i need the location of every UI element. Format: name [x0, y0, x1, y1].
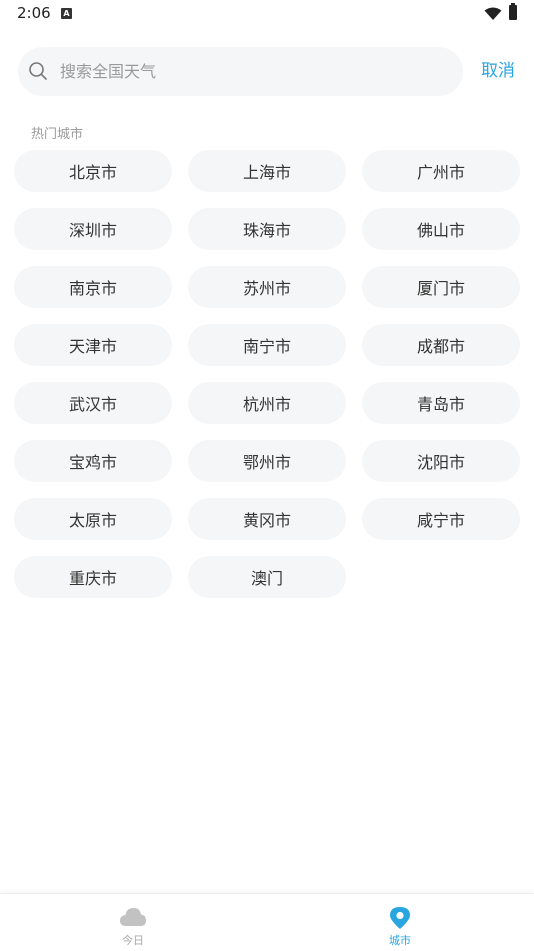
- cancel-button[interactable]: 取消: [481, 58, 515, 84]
- status-bar: 2:06 A: [0, 0, 534, 28]
- city-chip[interactable]: 重庆市: [14, 556, 172, 598]
- search-input[interactable]: [60, 47, 450, 96]
- notification-icon: A: [61, 8, 72, 19]
- city-chip[interactable]: 青岛市: [362, 382, 520, 424]
- city-chip[interactable]: 沈阳市: [362, 440, 520, 482]
- city-chip[interactable]: 苏州市: [188, 266, 346, 308]
- bottom-nav: 今日 城市: [0, 893, 534, 951]
- city-chip[interactable]: 鄂州市: [188, 440, 346, 482]
- city-chip[interactable]: 澳门: [188, 556, 346, 598]
- search-icon: [28, 61, 48, 85]
- hot-cities-grid: 北京市 上海市 广州市 深圳市 珠海市 佛山市 南京市 苏州市 厦门市 天津市 …: [14, 150, 521, 598]
- city-chip[interactable]: 南宁市: [188, 324, 346, 366]
- city-chip[interactable]: 南京市: [14, 266, 172, 308]
- search-box[interactable]: [18, 47, 463, 96]
- city-chip[interactable]: 上海市: [188, 150, 346, 192]
- cloud-icon: [119, 906, 147, 932]
- city-chip[interactable]: 太原市: [14, 498, 172, 540]
- nav-tab-today[interactable]: 今日: [83, 894, 183, 951]
- city-chip[interactable]: 北京市: [14, 150, 172, 192]
- status-time: 2:06: [17, 4, 51, 22]
- city-chip[interactable]: 杭州市: [188, 382, 346, 424]
- location-pin-icon: [389, 906, 411, 934]
- city-chip[interactable]: 咸宁市: [362, 498, 520, 540]
- wifi-icon: [484, 6, 502, 25]
- battery-icon: [509, 3, 517, 20]
- city-chip[interactable]: 天津市: [14, 324, 172, 366]
- city-chip[interactable]: 佛山市: [362, 208, 520, 250]
- city-chip[interactable]: 宝鸡市: [14, 440, 172, 482]
- nav-label: 城市: [389, 934, 411, 947]
- city-chip[interactable]: 珠海市: [188, 208, 346, 250]
- nav-tab-city[interactable]: 城市: [350, 894, 450, 951]
- nav-label: 今日: [122, 934, 144, 947]
- city-chip[interactable]: 广州市: [362, 150, 520, 192]
- hot-cities-label: 热门城市: [31, 127, 84, 142]
- city-chip[interactable]: 黄冈市: [188, 498, 346, 540]
- city-chip[interactable]: 深圳市: [14, 208, 172, 250]
- city-chip[interactable]: 成都市: [362, 324, 520, 366]
- city-chip[interactable]: 武汉市: [14, 382, 172, 424]
- city-chip[interactable]: 厦门市: [362, 266, 520, 308]
